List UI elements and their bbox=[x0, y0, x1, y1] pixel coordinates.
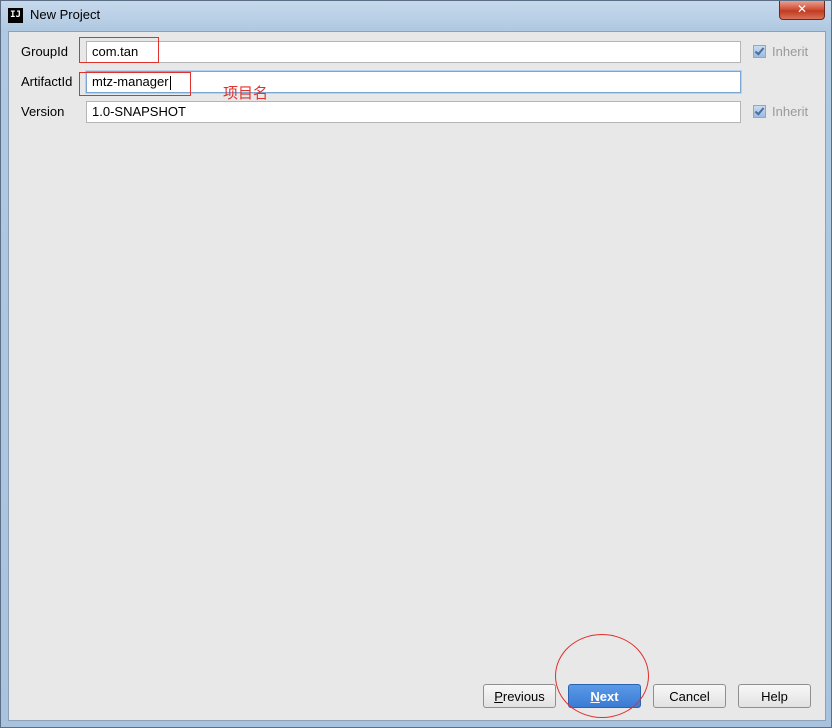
group-id-label: GroupId bbox=[21, 44, 68, 59]
artifact-id-value: mtz-manager bbox=[92, 74, 169, 89]
version-inherit-label: Inherit bbox=[772, 104, 809, 119]
version-field[interactable]: 1.0-SNAPSHOT bbox=[86, 101, 741, 123]
artifact-id-field[interactable]: mtz-manager bbox=[86, 71, 741, 93]
previous-mnemonic: P bbox=[494, 689, 503, 704]
previous-button[interactable]: Previous bbox=[483, 684, 556, 708]
version-value: 1.0-SNAPSHOT bbox=[92, 104, 186, 119]
checkbox-checked-icon bbox=[753, 45, 766, 58]
new-project-window: IJ New Project ✕ GroupId com.tan Inherit… bbox=[0, 0, 832, 728]
next-label-rest: ext bbox=[599, 689, 619, 704]
close-icon: ✕ bbox=[796, 2, 808, 16]
next-button[interactable]: Next bbox=[568, 684, 641, 708]
title-bar[interactable]: IJ New Project ✕ bbox=[1, 1, 831, 31]
intellij-app-icon: IJ bbox=[8, 8, 23, 23]
group-id-field[interactable]: com.tan bbox=[86, 41, 741, 63]
help-button[interactable]: Help bbox=[738, 684, 811, 708]
previous-label-rest: revious bbox=[502, 689, 545, 704]
window-title: New Project bbox=[30, 7, 101, 22]
version-label: Version bbox=[21, 104, 65, 119]
next-mnemonic: N bbox=[590, 689, 600, 704]
group-id-inherit-checkbox[interactable]: Inherit bbox=[753, 44, 808, 59]
project-name-annotation: 项目名 bbox=[223, 84, 269, 102]
close-button[interactable]: ✕ bbox=[779, 1, 825, 20]
group-id-value: com.tan bbox=[92, 44, 139, 59]
group-id-inherit-label: Inherit bbox=[772, 44, 809, 59]
version-inherit-checkbox[interactable]: Inherit bbox=[753, 104, 808, 119]
checkbox-checked-icon bbox=[753, 105, 766, 118]
text-caret bbox=[169, 75, 171, 90]
dialog-content: GroupId com.tan Inherit ArtifactId mtz-m… bbox=[8, 31, 826, 721]
cancel-button[interactable]: Cancel bbox=[653, 684, 726, 708]
artifact-id-label: ArtifactId bbox=[21, 74, 73, 89]
